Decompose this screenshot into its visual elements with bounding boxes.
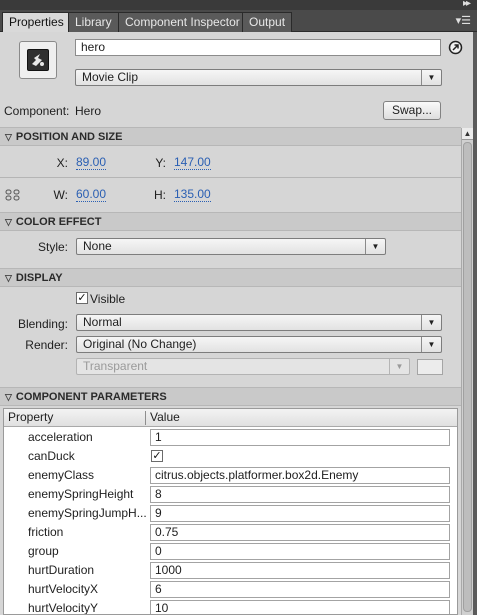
table-row: hurtVelocityY 10 bbox=[4, 599, 457, 615]
y-label: Y: bbox=[155, 156, 166, 170]
tab-properties[interactable]: Properties bbox=[2, 12, 71, 33]
param-name: acceleration bbox=[28, 430, 93, 444]
background-color-swatch bbox=[417, 359, 443, 375]
panel-edge bbox=[473, 32, 477, 615]
x-label: X: bbox=[56, 156, 68, 170]
x-value[interactable]: 89.00 bbox=[76, 156, 107, 170]
tab-library[interactable]: Library bbox=[68, 12, 119, 32]
divider bbox=[0, 177, 461, 178]
panel-top-strip: ▸▸ bbox=[0, 0, 477, 10]
param-value-input[interactable]: 0 bbox=[150, 543, 450, 560]
param-name: canDuck bbox=[28, 449, 75, 463]
table-row: acceleration 1 bbox=[4, 428, 457, 447]
position-size-header[interactable]: ▽ POSITION AND SIZE bbox=[0, 127, 461, 146]
table-row: canDuck ✓ bbox=[4, 447, 457, 466]
symbol-type-value: Movie Clip bbox=[82, 70, 139, 84]
table-header: Property Value bbox=[4, 409, 457, 427]
w-value[interactable]: 60.00 bbox=[76, 188, 107, 202]
display-header[interactable]: ▽ DISPLAY bbox=[0, 268, 461, 287]
param-name: group bbox=[28, 544, 59, 558]
scroll-up-icon[interactable]: ▲ bbox=[462, 128, 473, 140]
param-value-input[interactable]: 6 bbox=[150, 581, 450, 598]
color-style-dropdown[interactable]: None ▼ bbox=[76, 238, 386, 255]
table-row: enemySpringHeight 8 bbox=[4, 485, 457, 504]
section-title: COMPONENT PARAMETERS bbox=[15, 391, 167, 403]
edit-instance-icon[interactable] bbox=[448, 40, 463, 55]
properties-panel: hero Movie Clip ▼ Component: Hero Swap..… bbox=[0, 32, 477, 615]
table-row: hurtDuration 1000 bbox=[4, 561, 457, 580]
component-label: Component: bbox=[4, 104, 70, 118]
visible-label: Visible bbox=[90, 292, 126, 306]
expand-triangle-icon: ▽ bbox=[5, 392, 12, 402]
h-value[interactable]: 135.00 bbox=[174, 188, 211, 202]
table-row: friction 0.75 bbox=[4, 523, 457, 542]
symbol-preview bbox=[19, 41, 57, 79]
vertical-scrollbar[interactable]: ▲ bbox=[461, 128, 473, 615]
chevron-down-icon: ▼ bbox=[389, 359, 409, 374]
param-value-input[interactable]: 10 bbox=[150, 600, 450, 614]
param-name: enemySpringJumpH... bbox=[28, 506, 146, 520]
param-value-checkbox[interactable]: ✓ bbox=[151, 450, 163, 462]
render-background-value: Transparent bbox=[83, 359, 148, 373]
param-value-input[interactable]: 1 bbox=[150, 429, 450, 446]
blending-dropdown[interactable]: Normal ▼ bbox=[76, 314, 442, 331]
instance-name-input[interactable]: hero bbox=[75, 39, 441, 56]
chevron-down-icon: ▼ bbox=[365, 239, 385, 254]
param-value-input[interactable]: 1000 bbox=[150, 562, 450, 579]
color-effect-header[interactable]: ▽ COLOR EFFECT bbox=[0, 212, 461, 231]
render-label: Render: bbox=[25, 338, 68, 352]
tab-bar: Properties Library Component Inspector O… bbox=[0, 10, 477, 33]
blending-value: Normal bbox=[83, 315, 122, 329]
param-name: enemySpringHeight bbox=[28, 487, 134, 501]
param-name: enemyClass bbox=[28, 468, 95, 482]
render-value: Original (No Change) bbox=[83, 337, 197, 351]
component-value: Hero bbox=[75, 104, 102, 118]
param-value-input[interactable]: 8 bbox=[150, 486, 450, 503]
column-header-property[interactable]: Property bbox=[8, 409, 53, 426]
y-value[interactable]: 147.00 bbox=[174, 156, 211, 170]
h-label: H: bbox=[154, 188, 166, 202]
expand-triangle-icon: ▽ bbox=[5, 132, 12, 142]
visible-checkbox[interactable]: ✓ bbox=[76, 292, 88, 304]
column-header-value[interactable]: Value bbox=[150, 409, 180, 426]
table-row: enemyClass citrus.objects.platformer.box… bbox=[4, 466, 457, 485]
table-row: group 0 bbox=[4, 542, 457, 561]
section-title: POSITION AND SIZE bbox=[15, 131, 123, 143]
expand-triangle-icon: ▽ bbox=[5, 273, 12, 283]
render-background-dropdown: Transparent ▼ bbox=[76, 358, 410, 375]
param-value-input[interactable]: citrus.objects.platformer.box2d.Enemy bbox=[150, 467, 450, 484]
symbol-type-dropdown[interactable]: Movie Clip ▼ bbox=[75, 69, 442, 86]
param-name: hurtDuration bbox=[28, 563, 95, 577]
style-label: Style: bbox=[37, 240, 68, 254]
expand-triangle-icon: ▽ bbox=[5, 217, 12, 227]
tab-component-inspector[interactable]: Component Inspector bbox=[118, 12, 247, 32]
param-value-input[interactable]: 9 bbox=[150, 505, 450, 522]
chevron-down-icon: ▼ bbox=[421, 315, 441, 330]
constrain-proportions-icon[interactable] bbox=[5, 189, 20, 201]
table-row: hurtVelocityX 6 bbox=[4, 580, 457, 599]
tab-output[interactable]: Output bbox=[242, 12, 293, 32]
panel-menu-icon[interactable]: ▾☰ bbox=[456, 14, 471, 27]
param-name: hurtVelocityX bbox=[28, 582, 99, 596]
component-parameters-header[interactable]: ▽ COMPONENT PARAMETERS bbox=[0, 387, 461, 406]
w-label: W: bbox=[53, 188, 68, 202]
movie-clip-symbol-icon bbox=[27, 49, 49, 71]
blending-label: Blending: bbox=[17, 317, 68, 331]
param-value-input[interactable]: 0.75 bbox=[150, 524, 450, 541]
collapse-icon[interactable]: ▸▸ bbox=[463, 0, 471, 9]
chevron-down-icon: ▼ bbox=[421, 337, 441, 352]
color-style-value: None bbox=[83, 239, 112, 253]
scrollbar-thumb[interactable] bbox=[463, 142, 472, 612]
section-title: DISPLAY bbox=[15, 272, 63, 284]
section-title: COLOR EFFECT bbox=[15, 216, 102, 228]
param-name: hurtVelocityY bbox=[28, 601, 99, 615]
param-name: friction bbox=[28, 525, 64, 539]
render-dropdown[interactable]: Original (No Change) ▼ bbox=[76, 336, 442, 353]
component-parameters-table: Property Value acceleration 1 canDuck ✓ … bbox=[3, 408, 458, 615]
column-divider[interactable] bbox=[145, 411, 146, 425]
swap-button[interactable]: Swap... bbox=[383, 101, 441, 120]
chevron-down-icon: ▼ bbox=[421, 70, 441, 85]
table-row: enemySpringJumpH... 9 bbox=[4, 504, 457, 523]
